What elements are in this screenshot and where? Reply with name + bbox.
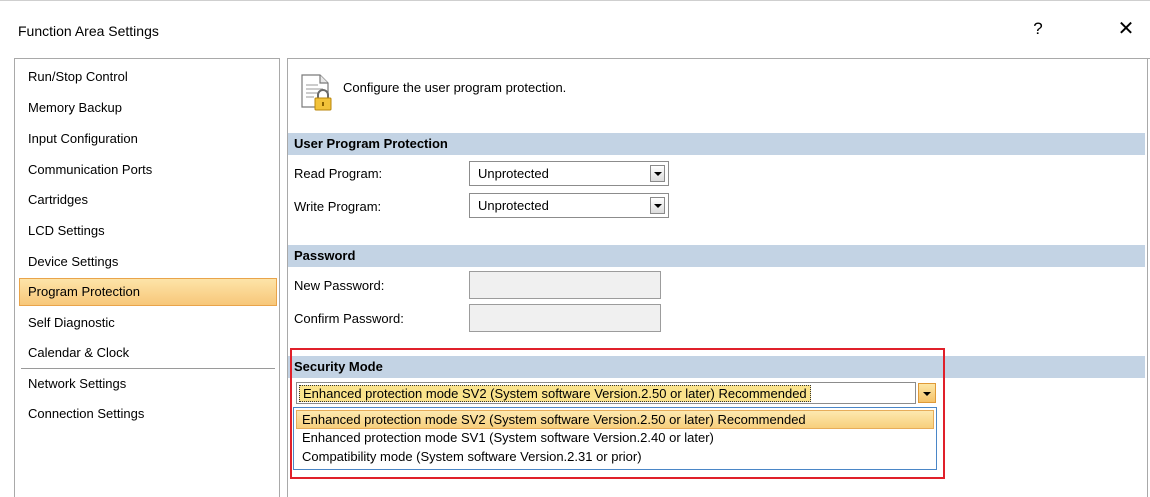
nav-item-program-protection[interactable]: Program Protection [19, 278, 277, 306]
close-button[interactable]: ✕ [1112, 15, 1140, 43]
window-title: Function Area Settings [18, 23, 159, 39]
nav-item-calendar-clock[interactable]: Calendar & Clock [19, 339, 277, 367]
new-password-field[interactable] [469, 271, 661, 299]
nav-item-lcd-settings[interactable]: LCD Settings [19, 217, 277, 245]
read-program-select[interactable]: Unprotected [469, 161, 669, 186]
help-button[interactable]: ? [1026, 15, 1050, 43]
nav-item-communication-ports[interactable]: Communication Ports [19, 156, 277, 184]
nav-item-self-diagnostic[interactable]: Self Diagnostic [19, 309, 277, 337]
write-program-select[interactable]: Unprotected [469, 193, 669, 218]
chevron-down-icon[interactable] [650, 197, 665, 214]
nav-item-input-configuration[interactable]: Input Configuration [19, 125, 277, 153]
nav-divider [21, 368, 275, 369]
security-mode-highlight-box [290, 348, 945, 479]
nav-item-device-settings[interactable]: Device Settings [19, 248, 277, 276]
nav-item-connection-settings[interactable]: Connection Settings [19, 400, 277, 428]
read-program-label: Read Program: [294, 166, 383, 181]
document-lock-icon [301, 74, 332, 111]
password-header: Password [288, 245, 1145, 267]
confirm-password-field[interactable] [469, 304, 661, 332]
title-bar: Function Area Settings ? ✕ [0, 0, 1150, 52]
category-list: Run/Stop Control Memory Backup Input Con… [14, 58, 280, 497]
read-program-value: Unprotected [478, 166, 549, 181]
nav-item-network-settings[interactable]: Network Settings [19, 370, 277, 398]
nav-item-cartridges[interactable]: Cartridges [19, 186, 277, 214]
write-program-value: Unprotected [478, 198, 549, 213]
page-description: Configure the user program protection. [343, 80, 567, 95]
user-program-protection-header: User Program Protection [288, 133, 1145, 155]
confirm-password-label: Confirm Password: [294, 311, 404, 326]
nav-item-memory-backup[interactable]: Memory Backup [19, 94, 277, 122]
write-program-label: Write Program: [294, 199, 382, 214]
new-password-label: New Password: [294, 278, 385, 293]
chevron-down-icon[interactable] [650, 165, 665, 182]
nav-item-run-stop-control[interactable]: Run/Stop Control [19, 63, 277, 91]
